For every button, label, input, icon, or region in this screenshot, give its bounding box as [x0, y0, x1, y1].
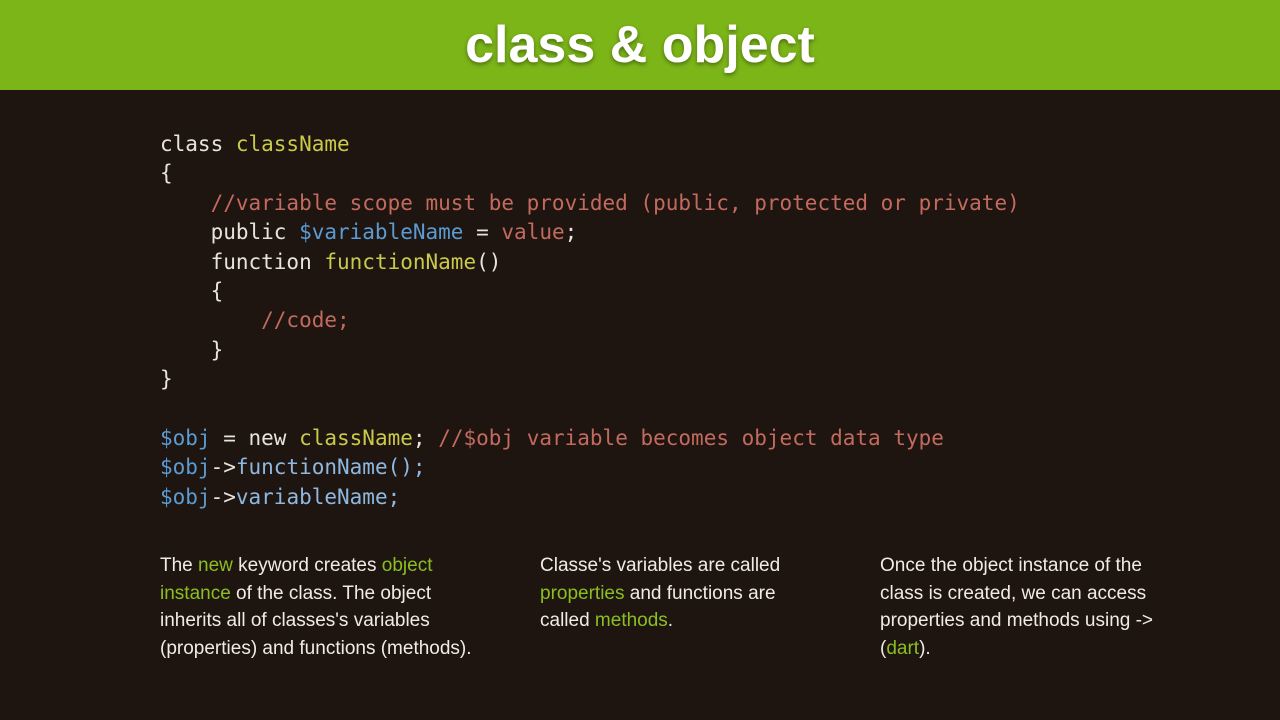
code-op: =	[463, 220, 501, 244]
code-keyword: new	[249, 426, 287, 450]
code-prop: variableName;	[236, 485, 400, 509]
column-3: Once the object instance of the class is…	[880, 552, 1180, 662]
code-value: value	[501, 220, 564, 244]
code-keyword: public	[160, 220, 299, 244]
code-brace: }	[160, 338, 223, 362]
code-comment: //$obj variable becomes object data type	[438, 426, 944, 450]
code-comment: //code;	[160, 308, 350, 332]
code-keyword: function	[160, 250, 324, 274]
highlight: new	[198, 555, 233, 576]
code-brace: {	[160, 279, 223, 303]
column-2: Classe's variables are called properties…	[540, 552, 820, 662]
column-1: The new keyword creates object instance …	[160, 552, 480, 662]
code-paren: ()	[476, 250, 501, 274]
code-fnname: functionName	[324, 250, 476, 274]
text: The	[160, 555, 198, 576]
code-classname: className	[286, 426, 412, 450]
code-arrow: ->	[211, 485, 236, 509]
code-semi: ;	[413, 426, 438, 450]
text: keyword creates	[233, 555, 382, 576]
code-arrow: ->	[211, 455, 236, 479]
code-semi: ;	[565, 220, 578, 244]
code-call: functionName();	[236, 455, 426, 479]
explanation-columns: The new keyword creates object instance …	[0, 512, 1280, 662]
code-block: class className { //variable scope must …	[0, 90, 1280, 512]
code-variable: $obj	[160, 485, 211, 509]
highlight: methods	[595, 610, 668, 631]
code-op: =	[211, 426, 249, 450]
code-variable: $obj	[160, 455, 211, 479]
text: ).	[919, 638, 931, 659]
code-variable: $obj	[160, 426, 211, 450]
text: .	[668, 610, 673, 631]
code-brace: {	[160, 161, 173, 185]
code-variable: $variableName	[299, 220, 463, 244]
page-title: class & object	[465, 15, 815, 75]
text: Classe's variables are called	[540, 555, 780, 576]
code-keyword: class	[160, 132, 223, 156]
code-brace: }	[160, 367, 173, 391]
highlight: properties	[540, 583, 625, 604]
code-classname: className	[223, 132, 349, 156]
code-comment: //variable scope must be provided (publi…	[160, 191, 1020, 215]
highlight: dart	[886, 638, 919, 659]
header: class & object	[0, 0, 1280, 90]
